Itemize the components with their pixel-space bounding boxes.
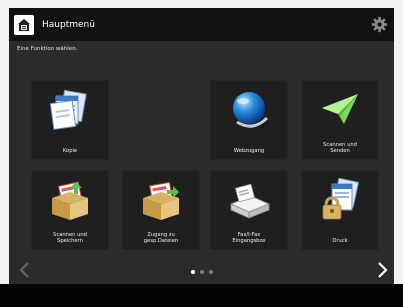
instruction-text: Eine Funktion wählen. xyxy=(17,46,78,52)
page-title: Hauptmenü xyxy=(42,19,95,30)
header-bar: Hauptmenü xyxy=(9,8,394,41)
tile-stored-files[interactable]: Zugang zu gesp.Dateien xyxy=(122,170,200,250)
tile-label: Scannen und Speichern xyxy=(53,231,87,244)
secure-print-icon xyxy=(322,178,360,220)
device-bezel-bottom xyxy=(0,284,403,307)
home-button[interactable] xyxy=(14,14,34,35)
home-icon xyxy=(18,18,30,31)
tile-scan-and-send[interactable]: Scannen und Senden xyxy=(301,80,379,160)
device-bezel-left xyxy=(0,0,9,284)
previous-page-arrow[interactable] xyxy=(17,260,33,280)
globe-icon xyxy=(233,92,269,129)
tile-label: Webzugang xyxy=(233,147,265,154)
tile-scan-and-store[interactable]: Scannen und Speichern xyxy=(31,170,109,250)
main-menu-screen: Hauptmenü Eine Funktion wählen. Kopie We… xyxy=(9,8,394,284)
tile-copy[interactable]: Kopie xyxy=(31,80,109,160)
next-page-arrow[interactable] xyxy=(374,260,390,280)
fax-inbox-icon xyxy=(229,183,271,219)
copy-documents-icon xyxy=(49,89,87,130)
page-indicator xyxy=(190,270,213,274)
gear-icon[interactable] xyxy=(371,16,388,33)
stored-files-icon xyxy=(143,181,179,220)
paper-plane-icon xyxy=(322,94,358,124)
tile-label: Kopie xyxy=(62,147,78,154)
tile-fax-inbox[interactable]: Fax/I-Fax Eingangsbox xyxy=(210,170,288,250)
device-bezel-top xyxy=(0,0,403,8)
page-dot-2 xyxy=(199,270,204,274)
tile-label: Druck xyxy=(332,237,348,244)
page-dot-3 xyxy=(208,270,213,274)
tile-label: Zugang zu gesp.Dateien xyxy=(143,231,179,244)
device-bezel-right xyxy=(394,0,403,284)
tile-print[interactable]: Druck xyxy=(301,170,379,250)
tile-label: Fax/I-Fax Eingangsbox xyxy=(232,231,266,244)
page-dot-1 xyxy=(190,270,195,274)
tile-web-access[interactable]: Webzugang xyxy=(210,80,288,160)
scan-to-box-icon xyxy=(52,181,88,220)
tile-label: Scannen und Senden xyxy=(323,141,357,154)
